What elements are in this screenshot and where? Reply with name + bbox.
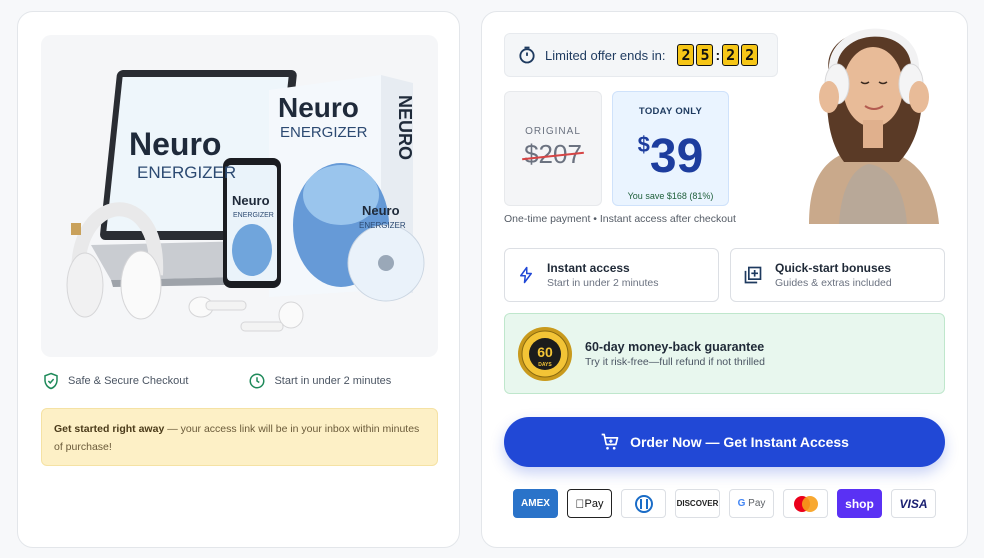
- original-label: ORIGINAL: [525, 126, 581, 137]
- timer-digit: 2: [741, 44, 759, 66]
- trust-row: Safe & Secure Checkout Start in under 2 …: [42, 372, 391, 390]
- timer-label: Limited offer ends in:: [545, 47, 666, 63]
- today-label: TODAY ONLY: [638, 106, 703, 117]
- access-notice: Get started right away — your access lin…: [41, 408, 438, 466]
- stopwatch-icon: [519, 46, 535, 64]
- laptop-brand-subtext: ENERGIZER: [137, 163, 236, 182]
- timer-digit: 5: [696, 44, 714, 66]
- trust-label: Safe & Secure Checkout: [68, 375, 189, 387]
- google-pay-icon: G Pay: [729, 489, 774, 518]
- feature-instant-access: Instant access Start in under 2 minutes: [504, 248, 719, 302]
- visa-icon: VISA: [891, 489, 936, 518]
- cart-icon: [601, 433, 619, 450]
- original-price: $207: [524, 139, 582, 169]
- guarantee-subtitle: Try it risk-free—full refund if not thri…: [585, 355, 765, 368]
- trust-label: Start in under 2 minutes: [274, 375, 392, 387]
- disc-brand-text: Neuro: [362, 203, 400, 218]
- original-price-box: ORIGINAL $207: [504, 91, 602, 206]
- shop-pay-icon: shop: [837, 489, 882, 518]
- feature-title: Instant access: [547, 261, 630, 275]
- clock-icon: [249, 373, 265, 389]
- lightning-icon: [520, 266, 532, 284]
- timer-digits: 2 5 : 2 2: [677, 44, 759, 66]
- feature-bonuses: Quick-start bonuses Guides & extras incl…: [730, 248, 945, 302]
- today-price: $39: [613, 119, 728, 183]
- feature-subtitle: Guides & extras included: [775, 277, 892, 289]
- add-library-icon: [744, 266, 762, 284]
- product-bundle-illustration: Neuro ENERGIZER Neuro ENERGIZER NEURO Ne…: [66, 70, 425, 332]
- mastercard-icon: [783, 489, 828, 518]
- box-brand-text: Neuro: [278, 92, 359, 123]
- discover-icon: DISCOVER: [675, 489, 720, 518]
- diners-club-icon: [621, 489, 666, 518]
- box-side-text: NEURO: [395, 95, 415, 160]
- disc-brand-subtext: ENERGIZER: [359, 221, 406, 230]
- guarantee-badge-icon: 60 DAYS: [518, 326, 572, 381]
- trust-quick-start: Start in under 2 minutes: [248, 372, 391, 390]
- payment-note: One-time payment • Instant access after …: [504, 213, 736, 225]
- box-brand-subtext: ENERGIZER: [280, 124, 368, 141]
- product-hero-image: Neuro ENERGIZER Neuro ENERGIZER NEURO Ne…: [41, 35, 438, 357]
- product-card: Neuro ENERGIZER Neuro ENERGIZER NEURO Ne…: [17, 11, 460, 548]
- payment-methods: AMEX Pay DISCOVER G Pay shop VISA: [513, 489, 936, 518]
- currency-symbol: $: [637, 132, 650, 157]
- order-now-button[interactable]: Order Now — Get Instant Access: [504, 417, 945, 467]
- amex-icon: AMEX: [513, 489, 558, 518]
- model-with-headphones-image: [809, 28, 939, 224]
- trust-secure-checkout: Safe & Secure Checkout: [42, 372, 188, 390]
- money-back-guarantee: 60 DAYS 60-day money-back guarantee Try …: [504, 313, 945, 394]
- badge-days: DAYS: [538, 362, 552, 368]
- feature-subtitle: Start in under 2 minutes: [547, 277, 659, 289]
- order-button-label: Order Now — Get Instant Access: [630, 434, 849, 450]
- apple-pay-icon: Pay: [567, 489, 612, 518]
- notice-bold: Get started right away: [54, 423, 165, 435]
- guarantee-title: 60-day money-back guarantee: [585, 339, 765, 354]
- savings-text: You save $168 (81%): [627, 191, 714, 201]
- phone-brand-text: Neuro: [232, 193, 270, 208]
- today-price-box: TODAY ONLY $39 You save $168 (81%): [612, 91, 729, 206]
- feature-title: Quick-start bonuses: [775, 261, 892, 275]
- timer-digit: 2: [722, 44, 740, 66]
- phone-brand-subtext: ENERGIZER: [233, 212, 274, 219]
- countdown-timer: Limited offer ends in: 2 5 : 2 2: [504, 33, 778, 77]
- timer-colon: :: [715, 47, 721, 63]
- offer-card: Limited offer ends in: 2 5 : 2 2 ORIGINA…: [481, 11, 968, 548]
- badge-number: 60: [537, 344, 553, 360]
- timer-digit: 2: [677, 44, 695, 66]
- today-price-value: 39: [649, 130, 704, 183]
- laptop-brand-text: Neuro: [129, 126, 221, 162]
- shield-check-icon: [44, 372, 58, 390]
